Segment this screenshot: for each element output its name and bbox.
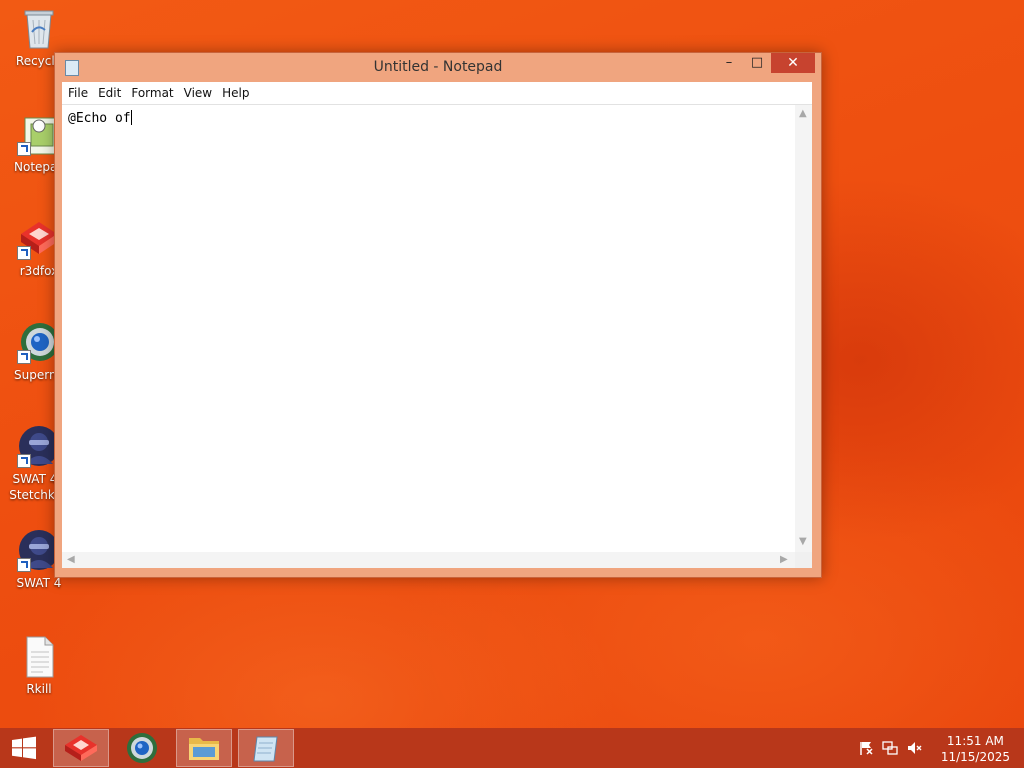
rkill-file-icon [17, 634, 61, 678]
scroll-left-icon[interactable]: ◀ [67, 555, 75, 565]
clock-time: 11:51 AM [946, 734, 1004, 748]
recycle-bin-icon [17, 6, 61, 50]
shortcut-arrow-icon [17, 246, 31, 260]
system-tray: 11:51 AM 11/15/2025 [854, 728, 1024, 768]
close-button[interactable]: ✕ [771, 53, 815, 73]
desktop: Recycle Notepac r3dfox Supermi SWAT 4 - … [0, 0, 1024, 728]
volume-muted-icon[interactable] [906, 740, 922, 756]
scroll-down-icon[interactable]: ▼ [799, 537, 807, 547]
maximize-button[interactable]: □ [743, 53, 771, 73]
folder-icon [189, 738, 219, 760]
taskbar-file-explorer[interactable] [176, 729, 232, 767]
horizontal-scrollbar[interactable]: ◀ ▶ [62, 552, 795, 568]
minimize-button[interactable]: – [715, 53, 743, 73]
clock-date: 11/15/2025 [940, 750, 1010, 764]
supermium-icon [127, 733, 157, 763]
vertical-scrollbar[interactable]: ▲ ▼ [795, 105, 812, 552]
notepad-icon [253, 736, 278, 762]
scroll-right-icon[interactable]: ▶ [780, 555, 788, 565]
menu-format[interactable]: Format [126, 82, 178, 104]
menu-view[interactable]: View [179, 82, 217, 104]
menu-edit[interactable]: Edit [93, 82, 126, 104]
window-title: Untitled - Notepad [373, 59, 503, 75]
taskbar: 11:51 AM 11/15/2025 [0, 728, 1024, 768]
editor-content[interactable]: @Echo of [68, 111, 131, 126]
shortcut-arrow-icon [17, 558, 31, 572]
start-button[interactable] [0, 728, 48, 768]
menu-file[interactable]: File [63, 82, 93, 104]
r3dfox-icon [65, 735, 97, 761]
windows-logo-icon [12, 736, 36, 760]
shortcut-arrow-icon [17, 350, 31, 364]
text-editor[interactable]: @Echo of [62, 105, 795, 552]
menu-help[interactable]: Help [217, 82, 254, 104]
action-center-flag-icon[interactable] [858, 740, 874, 756]
menu-bar: File Edit Format View Help [62, 82, 812, 105]
notepad-window[interactable]: Untitled - Notepad – □ ✕ File Edit Format V… [54, 52, 822, 578]
shortcut-arrow-icon [17, 142, 31, 156]
taskbar-r3dfox[interactable] [53, 729, 109, 767]
taskbar-notepad[interactable] [238, 729, 294, 767]
scroll-up-icon[interactable]: ▲ [799, 109, 807, 119]
desktop-icon-rkill[interactable]: Rkill [0, 634, 78, 697]
taskbar-clock[interactable]: 11:51 AM 11/15/2025 [941, 733, 1010, 765]
window-client-area: File Edit Format View Help @Echo of ▲ ▼ ◀ ▶ [62, 82, 812, 568]
desktop-icon-label: Rkill [26, 682, 52, 696]
taskbar-supermium[interactable] [114, 729, 170, 767]
title-bar[interactable]: Untitled - Notepad – □ ✕ [55, 53, 821, 81]
network-icon[interactable] [882, 740, 898, 756]
scrollbar-corner [795, 552, 812, 568]
shortcut-arrow-icon [17, 454, 31, 468]
text-caret [130, 110, 132, 125]
